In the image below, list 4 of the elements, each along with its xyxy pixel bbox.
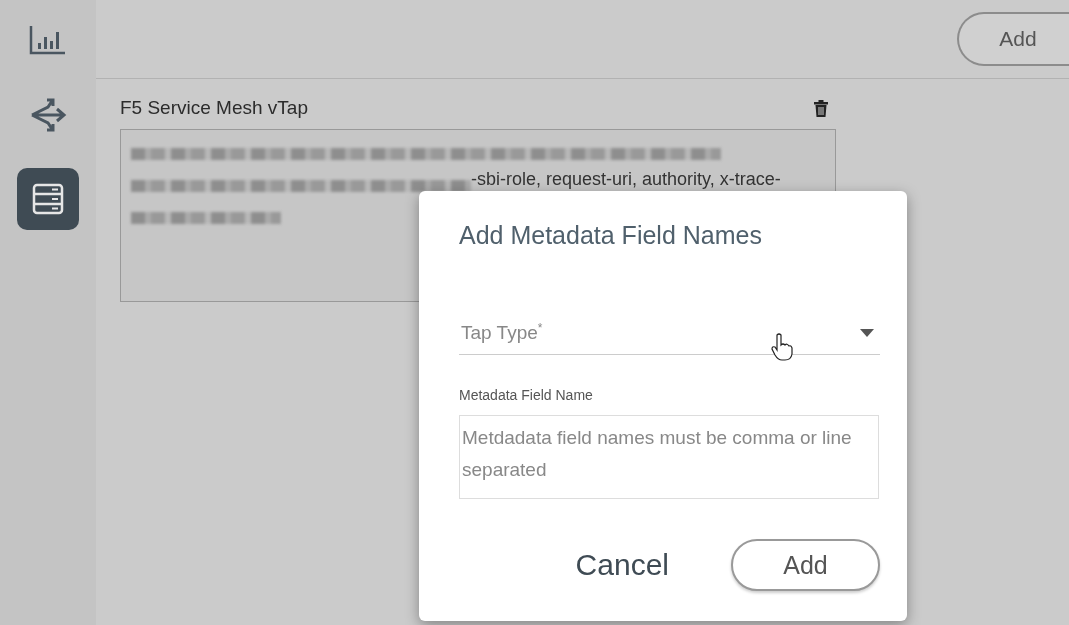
- dialog-title: Add Metadata Field Names: [459, 221, 763, 250]
- card-title: F5 Service Mesh vTap: [120, 97, 308, 119]
- field-names-text: -sbi-role, request-uri, authority, x-trace-: [471, 168, 781, 190]
- field-label: Metadata Field Name: [459, 387, 594, 403]
